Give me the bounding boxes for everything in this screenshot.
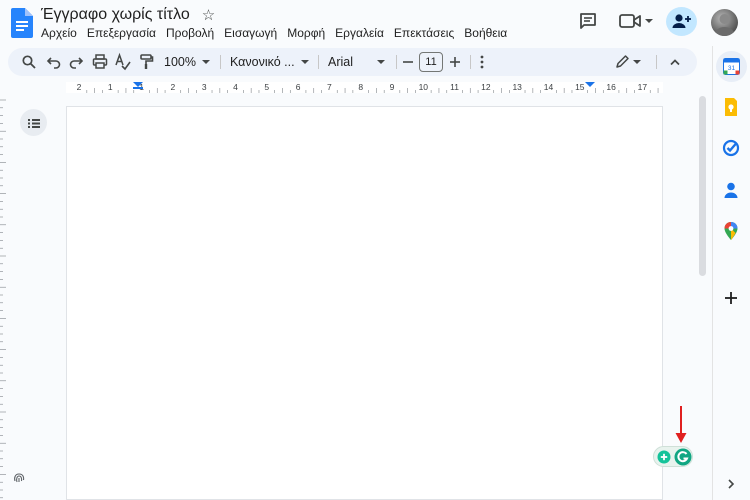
account-avatar[interactable] <box>711 9 738 36</box>
ruler-label: 14 <box>544 82 554 92</box>
vertical-scrollbar[interactable] <box>699 96 706 276</box>
font-size-input[interactable]: 11 <box>419 52 443 72</box>
toolbar-divider <box>396 55 397 69</box>
calendar-icon: 31 <box>723 58 740 75</box>
undo-icon[interactable] <box>46 52 62 72</box>
avatar-image <box>714 14 735 36</box>
ruler-label: 3 <box>202 82 207 92</box>
paint-format-icon[interactable] <box>138 52 154 72</box>
zoom-select[interactable]: 100% <box>164 52 210 72</box>
ruler-label: 10 <box>419 82 429 92</box>
side-panel: 31 <box>712 46 750 500</box>
ruler-track <box>66 82 663 93</box>
edit-pencil-icon[interactable] <box>614 52 642 72</box>
ruler-label: 2 <box>77 82 82 92</box>
menu-insert[interactable]: Εισαγωγή <box>219 25 282 41</box>
font-select[interactable]: Arial <box>328 52 385 72</box>
collapse-chevron-icon[interactable] <box>668 52 682 72</box>
menu-extensions[interactable]: Επεκτάσεις <box>389 25 459 41</box>
comment-icon[interactable] <box>578 11 598 31</box>
toolbar-divider <box>220 55 221 69</box>
ruler-label: 16 <box>606 82 616 92</box>
paragraph-style-select[interactable]: Κανονικό ... <box>230 52 309 72</box>
paragraph-style-value: Κανονικό ... <box>230 55 295 69</box>
header: Έγγραφο χωρίς τίτλο ☆ Αρχείο Επεξεργασία… <box>0 0 750 46</box>
outline-list-icon <box>27 118 40 128</box>
print-icon[interactable] <box>92 52 108 72</box>
grammarly-widget <box>653 446 693 467</box>
tasks-icon[interactable] <box>721 138 741 158</box>
first-line-indent-marker[interactable] <box>133 87 143 89</box>
svg-text:31: 31 <box>728 65 736 72</box>
vertical-ruler[interactable] <box>0 96 8 500</box>
chevron-down-icon <box>201 60 210 64</box>
chevron-down-icon <box>377 60 385 64</box>
document-title[interactable]: Έγγραφο χωρίς τίτλο <box>41 6 190 24</box>
docs-logo-icon[interactable] <box>11 8 33 38</box>
toolbar-divider <box>656 55 657 69</box>
share-add-person-icon <box>672 14 691 28</box>
menu-view[interactable]: Προβολή <box>161 25 219 41</box>
zoom-value: 100% <box>164 55 196 69</box>
calendar-button[interactable]: 31 <box>716 51 747 82</box>
ruler-label: 13 <box>512 82 522 92</box>
ruler-label: 15 <box>575 82 585 92</box>
ruler-label: 7 <box>327 82 332 92</box>
menu-help[interactable]: Βοήθεια <box>459 25 512 41</box>
spellcheck-icon[interactable] <box>114 52 132 72</box>
ruler-label: 17 <box>638 82 648 92</box>
search-icon[interactable] <box>21 52 37 72</box>
ruler-label: 11 <box>450 82 459 92</box>
ruler-label: 6 <box>296 82 301 92</box>
ruler-label: 5 <box>264 82 269 92</box>
grammarly-add-icon[interactable] <box>657 450 671 464</box>
expand-chevron-icon[interactable] <box>721 474 741 494</box>
video-call-icon[interactable] <box>618 11 654 31</box>
chevron-down-icon <box>300 60 309 64</box>
decrease-font-size-icon[interactable] <box>401 52 415 72</box>
keep-icon[interactable] <box>721 97 741 117</box>
ruler-label: 12 <box>481 82 491 92</box>
increase-font-size-icon[interactable] <box>448 52 462 72</box>
ruler-label: 2 <box>171 82 176 92</box>
ruler-label: 1 <box>108 82 113 92</box>
menu-edit[interactable]: Επεξεργασία <box>82 25 161 41</box>
menu-file[interactable]: Αρχείο <box>36 25 82 41</box>
ruler-label: 4 <box>233 82 238 92</box>
font-value: Arial <box>328 55 354 69</box>
toolbar-divider <box>470 55 471 69</box>
maps-icon[interactable] <box>721 221 741 241</box>
toolbar-divider <box>318 55 319 69</box>
red-arrow-annotation <box>675 406 687 443</box>
document-outline-button[interactable] <box>20 109 47 136</box>
ruler-label: 9 <box>390 82 395 92</box>
toolbar: 100% Κανονικό ... Arial 11 <box>8 48 697 76</box>
menu-format[interactable]: Μορφή <box>282 25 330 41</box>
fingerprint-icon[interactable] <box>12 470 26 484</box>
add-icon[interactable] <box>721 288 741 308</box>
contacts-icon[interactable] <box>721 180 741 200</box>
share-button[interactable] <box>666 7 697 36</box>
redo-icon[interactable] <box>68 52 84 72</box>
title-row: Έγγραφο χωρίς τίτλο ☆ <box>41 6 215 24</box>
grammarly-g-icon[interactable] <box>674 448 692 466</box>
ruler-label: 8 <box>358 82 363 92</box>
star-icon[interactable]: ☆ <box>202 8 215 23</box>
google-docs-window: Έγγραφο χωρίς τίτλο ☆ Αρχείο Επεξεργασία… <box>0 0 750 500</box>
more-options-icon[interactable] <box>476 52 488 72</box>
document-page[interactable] <box>66 106 663 500</box>
menu-bar: Αρχείο Επεξεργασία Προβολή Εισαγωγή Μορφ… <box>36 25 512 41</box>
menu-tools[interactable]: Εργαλεία <box>330 25 389 41</box>
horizontal-ruler[interactable]: 21123456789101112131415161718 <box>66 80 663 95</box>
